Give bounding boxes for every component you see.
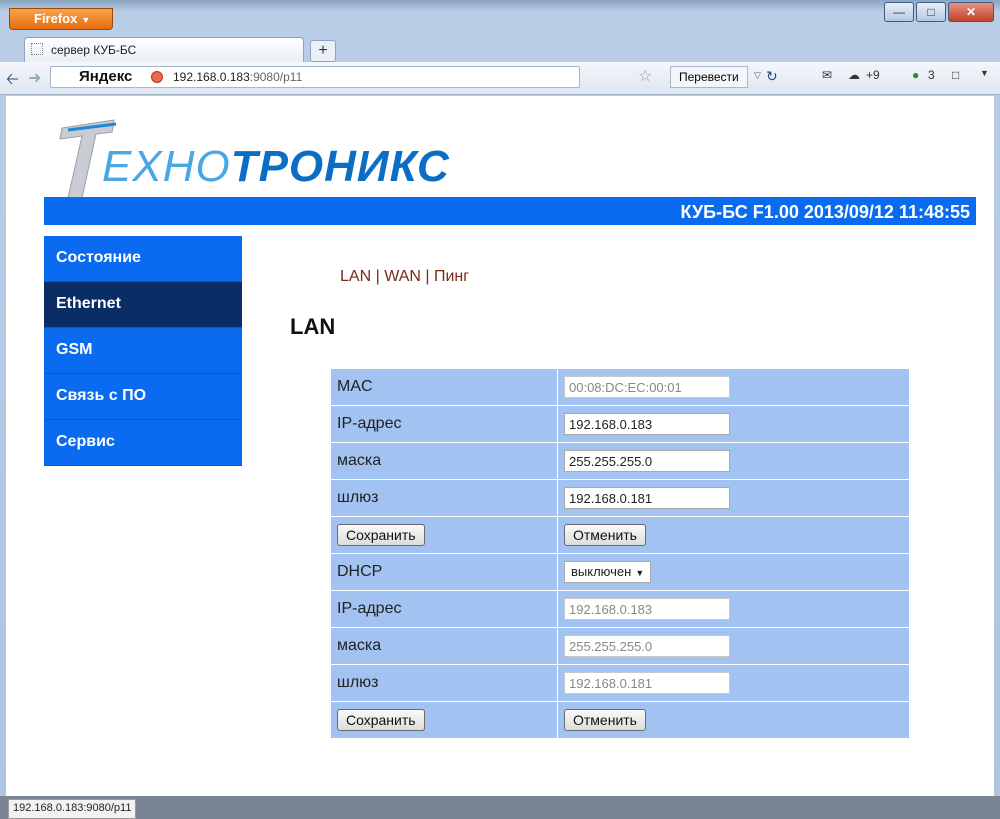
chevron-down-icon: ▼ [635,568,645,578]
mask-cell [557,442,910,480]
window-controls: — □ ✕ [882,2,994,22]
dhcp-subnet-mask-field [564,635,730,657]
subnav-separator: | [375,268,380,285]
subnav-wan-link[interactable]: WAN [384,268,421,285]
page-viewport: ЕХНОТРОНИКС КУБ-БС F1.00 2013/09/12 11:4… [6,96,994,796]
sidebar-item-ethernet[interactable]: Ethernet [44,282,242,328]
weather-temp: +9 [866,68,880,82]
table-row: DHCP выключен ▼ [330,553,910,591]
firefox-menu-button[interactable]: Firefox ▼ [9,8,113,30]
table-row: Сохранить Отменить [330,516,910,554]
table-row: маска [330,627,910,665]
lan-settings-table: MAC IP-адрес маска шлюз Сохранить Отмени… [330,368,910,739]
status-bar: 192.168.0.183:9080/p11 [0,796,1000,819]
logo-text: ЕХНОТРОНИКС [102,142,450,192]
address-bar[interactable]: Яндекс 192.168.0.183:9080/p11 [50,66,580,88]
gateway-cell [557,479,910,517]
yandex-logo: Яндекс [79,68,133,85]
dhcp-cancel-cell: Отменить [557,701,910,739]
dhcp-ip-label: IP-адрес [330,590,558,628]
table-row: MAC [330,368,910,406]
url-text: 192.168.0.183:9080/p11 [173,67,302,87]
sidebar-item-service[interactable]: Сервис [44,420,242,466]
mac-field [564,376,730,398]
page-favicon-icon [31,43,43,55]
dhcp-mask-cell [557,627,910,665]
sidebar-menu: Состояние Ethernet GSM Связь с ПО Сервис [44,236,242,466]
save-cell: Сохранить [330,516,558,554]
table-row: IP-адрес [330,405,910,443]
navigation-toolbar: 🡠 ➜ Яндекс 192.168.0.183:9080/p11 ☆ Пере… [0,62,1000,95]
device-info-bar: КУБ-БС F1.00 2013/09/12 11:48:55 [44,197,976,225]
logo-text-bold: ТРОНИКС [230,142,450,191]
page-title: LAN [290,314,336,339]
ip-address-field[interactable] [564,413,730,435]
table-row: Сохранить Отменить [330,701,910,739]
title-bar: Firefox ▼ — □ ✕ [0,0,1000,34]
weather-icon[interactable]: ☁ [848,68,860,82]
mail-icon[interactable]: ✉ [822,68,832,82]
table-row: IP-адрес [330,590,910,628]
tab-active[interactable]: сервер КУБ-БС [24,37,304,63]
forward-arrow-icon[interactable]: ➜ [28,68,41,88]
mac-label: MAC [330,368,558,406]
subnav-separator: | [425,268,430,285]
table-row: шлюз [330,664,910,702]
cancel-button[interactable]: Отменить [564,524,646,546]
url-host: 192.168.0.183 [173,70,250,84]
maximize-icon[interactable]: □ [916,2,946,22]
url-path: :9080/p11 [249,70,303,84]
extension-count: 3 [928,68,935,82]
addon-dropdown-icon[interactable]: ▼ [980,68,989,78]
chevron-down-icon: ▼ [81,15,91,25]
ip-label: IP-адрес [330,405,558,443]
sub-navigation: LAN | WAN | Пинг [340,268,469,286]
extension-icon[interactable]: ● [912,68,919,82]
dhcp-label: DHCP [330,553,558,591]
dhcp-cancel-button[interactable]: Отменить [564,709,646,731]
status-url: 192.168.0.183:9080/p11 [8,799,137,819]
back-arrow-icon[interactable]: 🡠 [6,68,19,95]
site-identity-icon[interactable] [151,71,163,83]
dhcp-ip-address-field [564,598,730,620]
gateway-field[interactable] [564,487,730,509]
logo-text-light: ЕХНО [102,142,231,191]
dhcp-select[interactable]: выключен ▼ [564,561,652,583]
new-tab-button[interactable]: + [310,40,336,62]
subnav-lan-link[interactable]: LAN [340,268,371,285]
firefox-menu-label: Firefox [34,11,78,26]
dhcp-gateway-field [564,672,730,694]
mask-label: маска [330,442,558,480]
sidebar-item-gsm[interactable]: GSM [44,328,242,374]
tab-title: сервер КУБ-БС [51,43,137,57]
sidebar-item-po-link[interactable]: Связь с ПО [44,374,242,420]
translate-button[interactable]: Перевести [670,66,748,88]
dhcp-gateway-label: шлюз [330,664,558,702]
close-icon[interactable]: ✕ [948,2,994,22]
dhcp-ip-cell [557,590,910,628]
dhcp-gateway-cell [557,664,910,702]
company-logo: ЕХНОТРОНИКС [42,114,449,204]
bookmark-star-icon[interactable]: ☆ [638,66,652,86]
subnet-mask-field[interactable] [564,450,730,472]
subnav-ping-link[interactable]: Пинг [434,268,469,285]
sidebar-item-status[interactable]: Состояние [44,236,242,282]
reload-icon[interactable]: ↻ [766,68,778,85]
ip-cell [557,405,910,443]
dhcp-cell: выключен ▼ [557,553,910,591]
gateway-label: шлюз [330,479,558,517]
minimize-icon[interactable]: — [884,2,914,22]
dhcp-mask-label: маска [330,627,558,665]
browser-window: Firefox ▼ — □ ✕ сервер КУБ-БС + 🡠 ➜ Яндек… [0,0,1000,819]
dhcp-save-button[interactable]: Сохранить [337,709,425,731]
save-button[interactable]: Сохранить [337,524,425,546]
table-row: маска [330,442,910,480]
cancel-cell: Отменить [557,516,910,554]
history-dropdown-icon[interactable]: ▽ [754,70,761,81]
dhcp-save-cell: Сохранить [330,701,558,739]
mac-cell [557,368,910,406]
dhcp-select-value: выключен [571,564,632,579]
table-row: шлюз [330,479,910,517]
addon-bar-icon[interactable]: □ [952,68,959,82]
